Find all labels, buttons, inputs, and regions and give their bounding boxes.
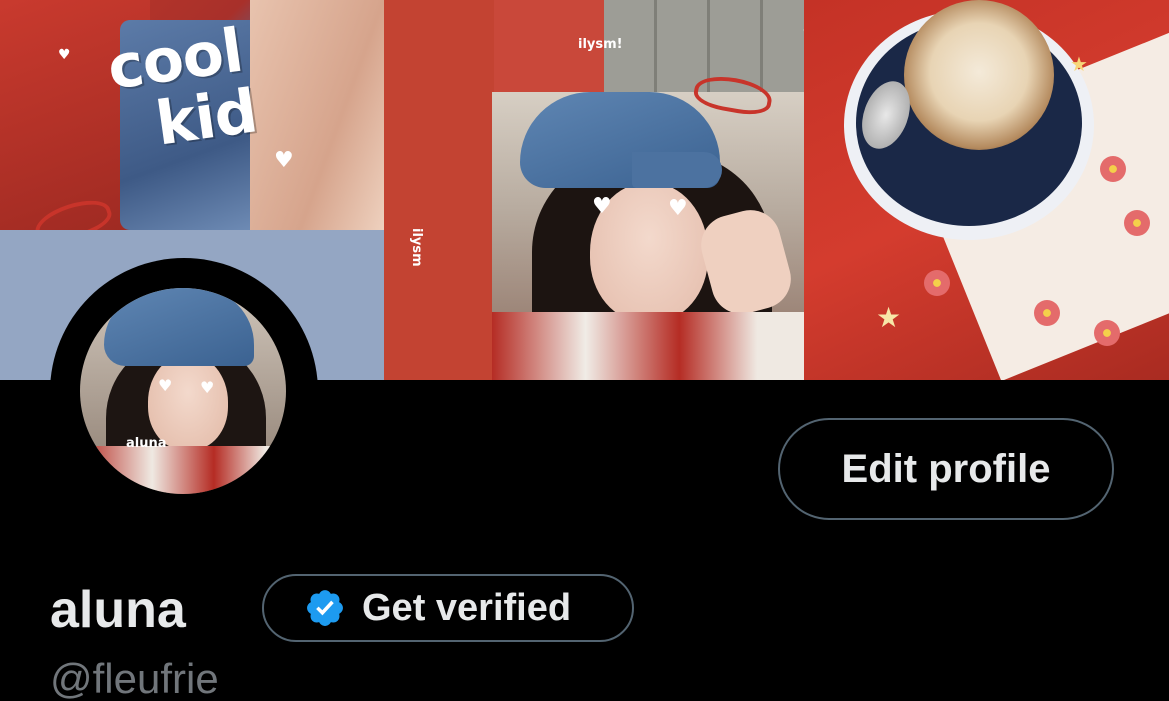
avatar[interactable]: ♥ ♥ aluna xyxy=(80,288,286,494)
verified-badge-icon xyxy=(307,590,343,626)
coffee-cup-shape xyxy=(904,0,1054,150)
cap-shape xyxy=(104,288,254,366)
banner-panel-cool-kid: cool kid ♥ ♥ xyxy=(0,0,384,230)
heart-sticker-icon: ♥ xyxy=(274,148,294,173)
star-sticker-icon: ★ xyxy=(1070,52,1088,76)
heart-sticker-icon: ♥ xyxy=(200,378,215,397)
banner-panel-red-strip: ilysm xyxy=(384,0,494,380)
ilysm-sticker: ilysm! xyxy=(578,37,623,52)
flower-icon xyxy=(1124,210,1150,236)
heart-sticker-icon: ♥ xyxy=(58,47,71,63)
display-name: aluna xyxy=(50,581,186,639)
leg-shape xyxy=(250,0,384,230)
heart-sticker-icon: ♥ xyxy=(668,196,688,221)
avatar-caption: aluna xyxy=(126,436,167,451)
cap-brim-shape xyxy=(632,152,722,188)
flower-icon xyxy=(1094,320,1120,346)
flower-icon xyxy=(1100,156,1126,182)
ilysm-vertical-sticker: ilysm xyxy=(409,228,424,267)
banner-panel-photo: ♥ ♥ xyxy=(492,92,804,380)
jacket-shape xyxy=(80,446,286,494)
banner-panel-coffee: ★ ★ xyxy=(804,0,1169,380)
flower-icon xyxy=(1034,300,1060,326)
get-verified-button[interactable]: Get verified xyxy=(262,574,634,642)
jacket-shape xyxy=(492,312,804,380)
cool-kid-sticker: cool kid xyxy=(103,16,260,161)
user-handle: @fleufrie xyxy=(50,655,219,701)
star-sticker-icon: ★ xyxy=(876,301,902,334)
flower-icon xyxy=(924,270,950,296)
heart-sticker-icon: ♥ xyxy=(592,194,612,219)
profile-page: cool kid ♥ ♥ ilysm ♥ ilysm! ♥ ♥ xyxy=(0,0,1169,701)
get-verified-label: Get verified xyxy=(362,586,572,629)
heart-sticker-icon: ♥ xyxy=(158,376,173,395)
edit-profile-button[interactable]: Edit profile xyxy=(778,418,1114,520)
